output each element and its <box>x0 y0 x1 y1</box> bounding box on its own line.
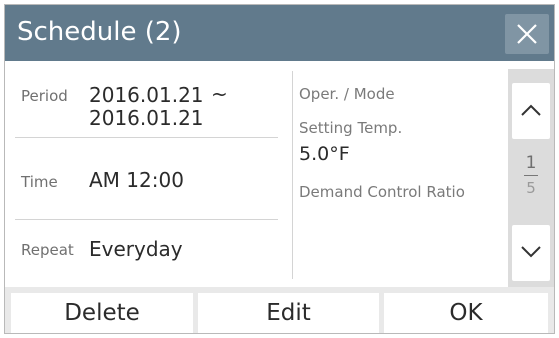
schedule-settings: Oper. / Mode Setting Temp. 5.0°F Demand … <box>293 61 509 287</box>
repeat-label: Repeat <box>21 241 74 259</box>
temp-label: Setting Temp. <box>299 119 403 137</box>
schedule-content: Period 2016.01.21 ~ 2016.01.21 Time AM 1… <box>5 61 554 287</box>
temp-value: 5.0°F <box>299 143 350 165</box>
page-separator <box>524 175 538 176</box>
period-label: Period <box>21 87 68 105</box>
mode-label: Oper. / Mode <box>299 85 395 103</box>
dialog-title: Schedule (2) <box>17 17 182 47</box>
chevron-down-icon <box>521 246 541 258</box>
schedule-details: Period 2016.01.21 ~ 2016.01.21 Time AM 1… <box>5 61 292 287</box>
divider <box>15 137 278 138</box>
page-current: 1 <box>525 153 537 173</box>
delete-button[interactable]: Delete <box>11 293 193 333</box>
time-label: Time <box>21 173 58 191</box>
period-separator: ~ <box>211 82 228 106</box>
page-up-button[interactable] <box>512 83 550 139</box>
demand-label: Demand Control Ratio <box>299 183 465 201</box>
button-bar: Delete Edit OK <box>5 287 554 333</box>
period-start: 2016.01.21 <box>89 83 204 107</box>
ok-button[interactable]: OK <box>384 293 548 333</box>
pager: 1 5 <box>508 69 554 287</box>
close-button[interactable] <box>505 14 549 54</box>
divider <box>15 219 278 220</box>
title-bar: Schedule (2) <box>5 5 554 61</box>
repeat-value: Everyday <box>89 237 183 261</box>
chevron-up-icon <box>521 104 541 116</box>
edit-button[interactable]: Edit <box>198 293 379 333</box>
schedule-dialog: Schedule (2) Period 2016.01.21 ~ 2016.01… <box>4 4 555 334</box>
period-end: 2016.01.21 <box>89 106 204 130</box>
time-value: AM 12:00 <box>89 168 184 192</box>
close-icon <box>517 24 537 44</box>
page-total: 5 <box>526 179 536 197</box>
page-down-button[interactable] <box>512 225 550 281</box>
